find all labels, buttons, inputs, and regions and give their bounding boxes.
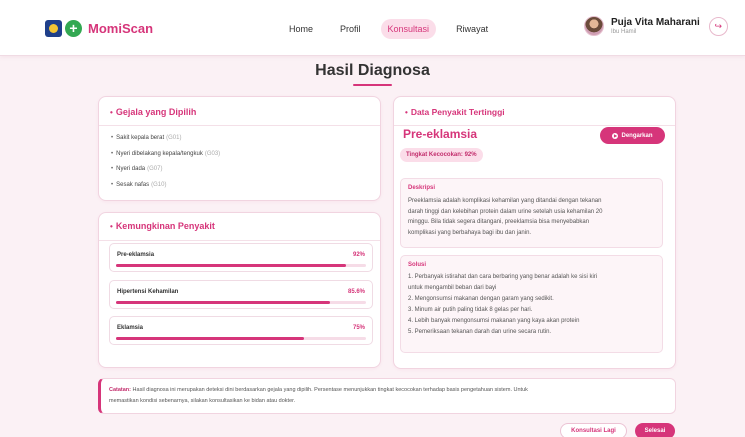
solution-line: 1. Perbanyak istirahat dan cara berbarin… <box>408 274 598 280</box>
disease-item: Eklamsia 75% <box>109 316 373 345</box>
solution-box: Solusi 1. Perbanyak istirahat dan cara b… <box>400 255 663 353</box>
disease-item: Pre-eklamsia 92% <box>109 243 373 272</box>
disease-name: Hipertensi Kehamilan <box>117 289 179 295</box>
user-role: Ibu Hamil <box>611 28 637 35</box>
listen-button[interactable]: ▶ Dengarkan <box>600 127 665 144</box>
description-box: Deskripsi Preeklamsia adalah komplikasi … <box>400 178 663 248</box>
disease-item: Hipertensi Kehamilan 85.6% <box>109 280 373 309</box>
bullet-icon: • <box>110 108 113 117</box>
description-title: Deskripsi <box>408 185 436 191</box>
note-line: Catatan: Hasil diagnosa ini merupakan de… <box>109 387 528 393</box>
user-name: Puja Vita Maharani <box>611 16 700 28</box>
list-item: • Nyeri dada (G07) <box>111 166 163 172</box>
logout-icon[interactable]: ↪ <box>708 16 728 36</box>
medical-cross-icon: + <box>65 20 82 37</box>
disease-percent: 85.6% <box>347 289 365 295</box>
list-item: • Nyeri dibelakang kepala/tengkuk (G03) <box>111 150 221 157</box>
brand[interactable]: + MomiScan <box>45 20 153 37</box>
shield-logo-icon <box>45 20 62 37</box>
symptoms-heading: • Gejala yang Dipilih <box>99 97 380 126</box>
progress-track <box>116 337 366 340</box>
nav-konsultasi[interactable]: Konsultasi <box>380 19 437 39</box>
match-badge: Tingkat Kecocokan: 92% <box>400 148 483 162</box>
list-item: • Sakit kepala berat (G01) <box>111 135 182 141</box>
solution-line: 2. Mengonsumsi makanan dengan garam yang… <box>408 296 554 302</box>
solution-line: untuk mengambil beban dari bayi <box>408 285 497 291</box>
list-item: • Sesak nafas (G10) <box>111 181 167 188</box>
progress-fill <box>116 301 330 304</box>
description-text: Preeklamsia adalah komplikasi kehamilan … <box>408 198 603 236</box>
nav-riwayat[interactable]: Riwayat <box>449 19 495 39</box>
note-label: Catatan: <box>109 387 132 393</box>
solution-line: 5. Pemeriksaan tekanan darah dan urine s… <box>408 329 552 335</box>
disease-percent: 92% <box>352 252 365 258</box>
nav-home[interactable]: Home <box>282 19 320 39</box>
page-title: Hasil Diagnosa <box>315 62 430 79</box>
top-navbar: + MomiScan Home Profil Konsultasi Riwaya… <box>0 0 745 56</box>
solution-line: 4. Lebih banyak mengonsumsi makanan yang… <box>408 318 580 324</box>
progress-track <box>116 301 366 304</box>
solution-line: 3. Minum air putih paling tidak 8 gelas … <box>408 307 533 313</box>
consult-again-button[interactable]: Konsultasi Lagi <box>560 423 627 437</box>
possibilities-card: • Kemungkinan Penyakit Pre-eklamsia 92% H… <box>98 212 381 368</box>
symptom-list: • Sakit kepala berat (G01) • Nyeri dibelaka… <box>99 126 380 196</box>
speaker-icon: ▶ <box>612 132 619 139</box>
disease-percent: 75% <box>352 325 365 331</box>
main-nav: Home Profil Konsultasi Riwayat <box>282 19 508 39</box>
done-button[interactable]: Selesai <box>635 423 675 437</box>
note-line: memastikan kondisi sebenarnya, silakan k… <box>109 398 296 404</box>
solution-title: Solusi <box>408 262 427 268</box>
avatar[interactable] <box>584 16 604 36</box>
brand-name: MomiScan <box>88 21 154 36</box>
title-underline <box>353 84 392 86</box>
progress-fill <box>116 337 304 340</box>
top-disease-heading: • Data Penyakit Tertinggi <box>394 97 675 126</box>
disease-name: Pre-eklamsia <box>117 252 155 258</box>
disease-title: Pre-eklamsia <box>403 127 478 141</box>
possibilities-heading: • Kemungkinan Penyakit <box>99 213 380 241</box>
listen-label: Dengarkan <box>621 132 653 139</box>
note-box: Catatan: Hasil diagnosa ini merupakan de… <box>98 378 676 414</box>
top-disease-card: • Data Penyakit Tertinggi Pre-eklamsia ▶ D… <box>393 96 676 369</box>
symptoms-card: • Gejala yang Dipilih • Sakit kepala berat… <box>98 96 381 201</box>
progress-fill <box>116 264 346 267</box>
disease-name: Eklamsia <box>117 325 144 331</box>
user-info: Puja Vita Maharani Ibu Hamil <box>611 17 700 36</box>
progress-track <box>116 264 366 267</box>
user-profile: Puja Vita Maharani Ibu Hamil ↪ <box>584 16 728 36</box>
nav-profil[interactable]: Profil <box>333 19 368 39</box>
bullet-icon: • <box>110 222 113 231</box>
bullet-icon: • <box>405 108 408 117</box>
